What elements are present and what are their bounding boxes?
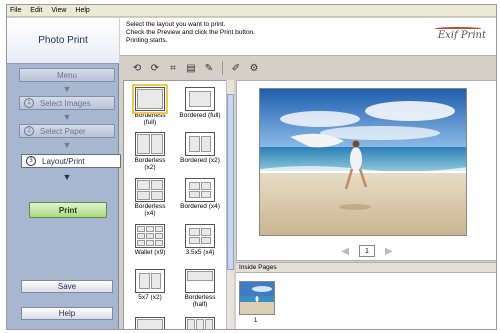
layout-borderless-full[interactable]: Borderless (full) (126, 84, 174, 126)
rotate-left-icon[interactable]: ⟲ (130, 61, 144, 75)
chevron-right-icon[interactable]: ▶ (385, 246, 393, 257)
layout-label: (x4) (144, 210, 156, 217)
step-layout-print-button[interactable]: 3 Layout/Print (21, 154, 121, 168)
menu-file[interactable]: File (10, 7, 21, 14)
layout-thumbnail (185, 224, 215, 248)
exif-print-logo: Exif Print (434, 27, 486, 41)
toolbar: ⟲ ⟳ ⌗ ▤ ✎ ✐ ⚙ (120, 57, 496, 79)
down-arrow-icon: ▼ (62, 172, 72, 182)
crop-icon[interactable]: ⌗ (166, 61, 180, 75)
scrollbar-thumb[interactable] (227, 94, 234, 270)
layout-more[interactable] (176, 317, 224, 329)
step-select-images-button[interactable]: 1 Select Images (19, 96, 115, 110)
text-date-icon[interactable]: ✐ (229, 61, 243, 75)
layout-label: Bordered (x4) (180, 203, 220, 210)
page-navigator: ◀ 1 ▶ (236, 242, 496, 260)
menu-view[interactable]: View (51, 7, 66, 14)
menu-help[interactable]: Help (75, 7, 89, 14)
help-button[interactable]: Help (21, 307, 113, 320)
app-window: File Edit View Help Photo Print Menu ▼ 1… (6, 4, 497, 330)
settings-icon[interactable]: ⚙ (247, 61, 261, 75)
inside-pages-header: Inside Pages (236, 262, 496, 273)
layout-more[interactable] (126, 317, 174, 329)
layout-label: Bordered (full) (179, 112, 221, 119)
layout-3-5x5-x4[interactable]: 3.5x5 (x4) (176, 224, 224, 256)
layout-borderless-x4[interactable]: Borderless (x4) (126, 178, 174, 217)
layout-thumbnail (135, 269, 165, 293)
layout-list: Borderless (full) Bordered (full) Border… (123, 80, 227, 329)
logo-text: Exif Print (437, 30, 486, 41)
step-layout-print-label: Layout/Print (42, 156, 85, 166)
layout-thumbnail (185, 317, 215, 329)
layout-bordered-x4[interactable]: Bordered (x4) (176, 178, 224, 210)
chevron-left-icon[interactable]: ◀ (341, 246, 349, 257)
layout-borderless-x2[interactable]: Borderless (x2) (126, 132, 174, 171)
layout-label: Bordered (x2) (180, 157, 220, 164)
inside-pages-panel: 1 (236, 273, 496, 329)
step-number: 1 (24, 98, 34, 108)
menu-edit[interactable]: Edit (30, 7, 42, 14)
layout-thumbnail (185, 178, 215, 202)
layout-label: 3.5x5 (x4) (185, 249, 215, 256)
down-arrow-icon: ▼ (62, 84, 72, 94)
layout-scrollbar[interactable] (226, 80, 234, 329)
step-number: 3 (26, 156, 36, 166)
beach-photo-image (260, 89, 466, 235)
print-preview (236, 80, 496, 261)
layout-bordered-full[interactable]: Bordered (full) (176, 87, 224, 119)
menu-bar: File Edit View Help (7, 5, 496, 17)
layout-thumbnail (132, 84, 168, 114)
layout-label: Wallet (x9) (134, 249, 166, 256)
down-arrow-icon: ▼ (62, 112, 72, 122)
layout-thumbnail (135, 317, 165, 329)
layout-thumbnail (185, 269, 215, 293)
instruction-panel: Select the layout you want to print. Che… (120, 18, 496, 56)
toolbar-separator (222, 61, 223, 75)
layout-thumbnail (185, 132, 215, 156)
page-thumbnail-label: 1 (254, 318, 258, 324)
down-arrow-icon: ▼ (62, 140, 72, 150)
step-number: 2 (24, 126, 34, 136)
layout-label: Borderless (184, 294, 216, 301)
logo-accent (434, 27, 481, 30)
step-select-images-label: Select Images (40, 98, 91, 108)
app-title: Photo Print (7, 18, 119, 64)
layout-thumbnail (135, 178, 165, 202)
left-panel: Photo Print Menu ▼ 1 Select Images ▼ 2 S… (7, 18, 121, 329)
layout-label: (x2) (144, 164, 156, 171)
preview-photo (259, 88, 467, 236)
layout-label: (half) (192, 301, 208, 308)
layout-thumbnail (185, 87, 215, 111)
layout-label: (full) (143, 119, 157, 126)
layout-label: Borderless (134, 112, 166, 119)
step-menu-label: Menu (56, 70, 77, 80)
page-thumbnail[interactable] (239, 281, 275, 315)
layout-thumbnail (135, 132, 165, 156)
layout-label: 5x7 (x2) (138, 294, 162, 301)
page-number: 1 (359, 245, 375, 257)
layout-thumbnail (135, 224, 165, 248)
image-edit-icon[interactable]: ▤ (184, 61, 198, 75)
print-button[interactable]: Print (29, 202, 107, 218)
layout-wallet-x9[interactable]: Wallet (x9) (126, 224, 174, 256)
save-button[interactable]: Save (21, 280, 113, 293)
step-select-paper-button[interactable]: 2 Select Paper (19, 124, 115, 138)
beach-thumbnail-image (240, 282, 274, 314)
layout-label: Borderless (134, 157, 166, 164)
step-select-paper-label: Select Paper (40, 126, 86, 136)
step-menu-button[interactable]: Menu (19, 68, 115, 82)
rotate-right-icon[interactable]: ⟳ (148, 61, 162, 75)
layout-5x7-x2[interactable]: 5x7 (x2) (126, 269, 174, 301)
layout-borderless-half[interactable]: Borderless (half) (176, 269, 224, 308)
layout-label: Borderless (134, 203, 166, 210)
layout-bordered-x2[interactable]: Bordered (x2) (176, 132, 224, 164)
enhance-icon[interactable]: ✎ (202, 61, 216, 75)
